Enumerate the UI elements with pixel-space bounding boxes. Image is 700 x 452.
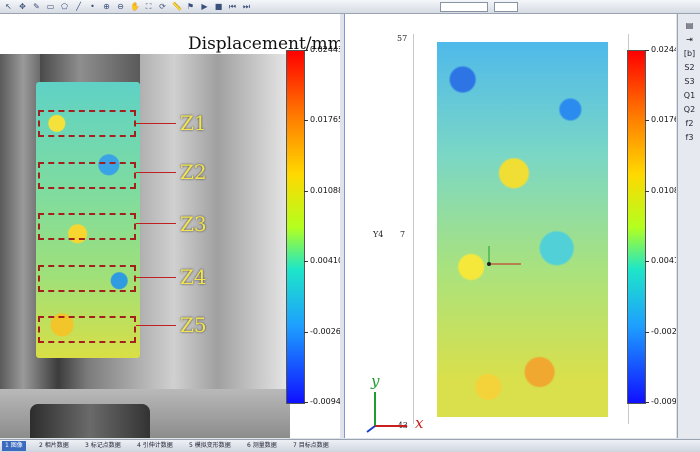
sidebar-tool-0-icon[interactable]: ▤: [682, 20, 697, 31]
move-icon[interactable]: ✥: [18, 2, 27, 11]
colorbar-tick-label: -0.00267: [651, 326, 676, 336]
cursor-icon[interactable]: ↖: [4, 2, 13, 11]
colorbar-tick-label: -0.00267: [310, 326, 340, 336]
displacement-contour-map[interactable]: [437, 42, 608, 417]
sidebar-tool-2-icon[interactable]: [b]: [682, 48, 697, 59]
sidebar-tool-3-icon[interactable]: S2: [682, 62, 697, 73]
zone-box-z4: [38, 265, 136, 292]
main-toolbar: ↖ ✥ ✎ ▭ ⬠ ╱ • ⊕ ⊖ ✋ ⛶ ⟳ 📏 ⚑ ▶ ■ ⏮ ⏭: [0, 0, 700, 14]
bottom-tab-3[interactable]: 3 标记点数据: [82, 441, 124, 451]
colorbar-tick-mark: [645, 331, 649, 333]
colorbar-tick-label: 0.00410: [310, 256, 340, 266]
step-forward-icon[interactable]: ⏭: [242, 2, 251, 11]
zoom-in-icon[interactable]: ⊕: [102, 2, 111, 11]
axis-x-label: x: [415, 414, 424, 432]
fit-icon[interactable]: ⛶: [144, 2, 153, 11]
zone-label-z1: Z1: [180, 111, 207, 135]
rect-icon[interactable]: ▭: [46, 2, 55, 11]
colorbar-tick-mark: [304, 261, 308, 263]
step-back-icon[interactable]: ⏮: [228, 2, 237, 11]
colorbar-tick-mark: [645, 261, 649, 263]
right-tool-sidebar: ▤ ⇥ [b] S2 S3 Q1 Q2 f2 f3: [677, 14, 700, 438]
colorbar-tick-label: -0.00945: [651, 397, 676, 406]
colorbar-tick-mark: [304, 50, 308, 51]
sidebar-tool-4-icon[interactable]: S3: [682, 76, 697, 87]
play-icon[interactable]: ▶: [200, 2, 209, 11]
bottom-tab-6[interactable]: 6 测量数据: [244, 441, 280, 451]
variable-dropdown[interactable]: [494, 2, 518, 12]
point-icon[interactable]: •: [88, 2, 97, 11]
ruler-icon[interactable]: 📏: [172, 2, 182, 11]
zone-label-z3: Z3: [180, 212, 207, 236]
specimen-view-pane[interactable]: Z1 Z2 Z3 Z4 Z5 Displacement/mm 0.02443 0.…: [0, 14, 340, 438]
colorbar-tick-label: 0.01765: [651, 115, 676, 125]
colorbar-tick-label: 0.01088: [651, 185, 676, 195]
zone-label-z5: Z5: [180, 313, 207, 337]
stop-icon[interactable]: ■: [214, 2, 223, 11]
zone-label-z4: Z4: [180, 265, 207, 289]
zone-box-z2: [38, 162, 136, 189]
view-dropdown[interactable]: [440, 2, 488, 12]
bottom-tab-4[interactable]: 4 引伸计数据: [134, 441, 176, 451]
colorbar-tick-label: 0.00410: [651, 256, 676, 266]
axis-tick-top: 57: [397, 34, 408, 43]
zone-leader-z4: [136, 277, 176, 278]
left-colorbar: [286, 50, 305, 404]
colorbar-tick-mark: [304, 402, 308, 403]
sidebar-tool-7-icon[interactable]: f2: [682, 118, 697, 129]
marker-crosshair: [487, 246, 521, 266]
zone-label-z2: Z2: [180, 160, 207, 184]
rotate-icon[interactable]: ⟳: [158, 2, 167, 11]
sidebar-tool-6-icon[interactable]: Q2: [682, 104, 697, 115]
bottom-tab-2[interactable]: 2 相片数据: [36, 441, 72, 451]
sidebar-tool-5-icon[interactable]: Q1: [682, 90, 697, 101]
bottom-tab-7[interactable]: 7 目标点数据: [290, 441, 332, 451]
flag-icon[interactable]: ⚑: [186, 2, 195, 11]
sidebar-tool-8-icon[interactable]: f3: [682, 132, 697, 143]
axis-y-label: y: [371, 372, 380, 390]
pencil-icon[interactable]: ✎: [32, 2, 41, 11]
colorbar-tick-mark: [645, 190, 649, 192]
colorbar-tick-mark: [645, 402, 649, 403]
colorbar-tick-mark: [304, 120, 308, 122]
colorbar-tick-label: 0.01088: [310, 185, 340, 195]
contour-view-pane[interactable]: 57 Y4 7 -43 0.024430.017650.010880.00410…: [344, 14, 676, 438]
colorbar-tick-mark: [304, 331, 308, 333]
colorbar-tick-mark: [304, 190, 308, 192]
shape-icon[interactable]: ⬠: [60, 2, 69, 11]
bottom-tab-1[interactable]: 1 图像: [2, 441, 26, 451]
sidebar-tool-1-icon[interactable]: ⇥: [682, 34, 697, 45]
colorbar-tick-label: 0.02443: [310, 45, 340, 54]
zone-leader-z2: [136, 172, 176, 173]
zone-box-z3: [38, 213, 136, 240]
y-axis-label: Y4: [373, 230, 384, 239]
bottom-tab-5[interactable]: 5 模拟变形数据: [186, 441, 234, 451]
zone-leader-z3: [136, 223, 176, 224]
line-icon[interactable]: ╱: [74, 2, 83, 11]
zone-box-z5: [38, 316, 136, 343]
zone-leader-z1: [136, 123, 176, 124]
pan-icon[interactable]: ✋: [130, 2, 140, 11]
colorbar-tick-mark: [645, 50, 649, 51]
zoom-out-icon[interactable]: ⊖: [116, 2, 125, 11]
colorbar-tick-label: -0.00945: [310, 397, 340, 406]
colorbar-tick-mark: [645, 120, 649, 122]
ruler-line: [413, 34, 414, 424]
axis-tick-mid: 7: [400, 230, 406, 239]
colorbar-tick-label: 0.02443: [651, 45, 676, 54]
zone-box-z1: [38, 110, 136, 137]
right-colorbar: [627, 50, 646, 404]
zone-leader-z5: [136, 325, 176, 326]
bottom-tab-bar: 1 图像 2 相片数据 3 标记点数据 4 引伸计数据 5 模拟变形数据 6 测量数据 7 …: [0, 439, 700, 452]
lower-grip: [30, 404, 150, 438]
colorbar-tick-label: 0.01765: [310, 115, 340, 125]
